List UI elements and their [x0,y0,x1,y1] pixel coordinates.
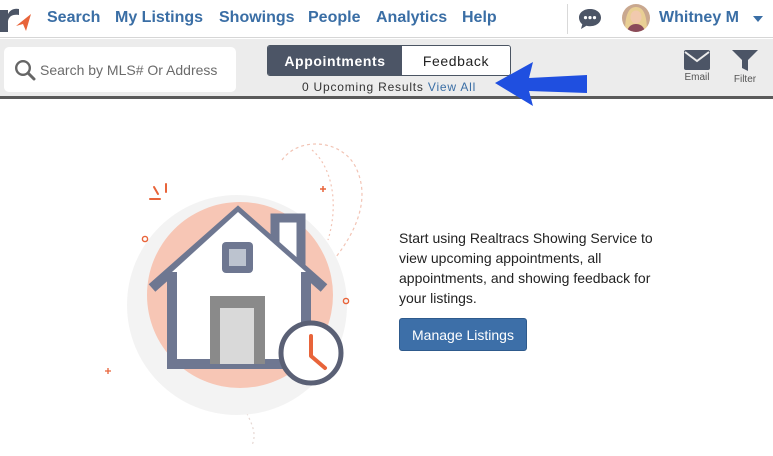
view-all-link[interactable]: View All [428,80,476,94]
nav-help[interactable]: Help [462,9,497,27]
house-illustration [105,143,363,445]
realtracs-logo[interactable] [0,4,34,34]
results-count-text: 0 Upcoming Results [301,80,424,94]
view-tabs: Appointments Feedback [267,45,511,76]
tab-appointments[interactable]: Appointments [268,46,402,75]
search-box[interactable] [4,47,236,92]
filter-label: Filter [733,74,757,85]
nav-people[interactable]: People [308,9,360,27]
user-name[interactable]: Whitney M [659,9,739,27]
empty-state-message: Start using Realtracs Showing Service to… [399,230,653,306]
chevron-down-icon[interactable] [753,16,763,22]
top-navigation: Search My Listings Showings People Analy… [0,0,773,38]
nav-analytics[interactable]: Analytics [376,9,447,27]
nav-my-listings[interactable]: My Listings [115,9,203,27]
nav-showings[interactable]: Showings [219,9,295,27]
annotation-arrow [495,62,587,106]
search-input[interactable] [40,47,232,92]
email-button[interactable]: Email [675,50,719,92]
filter-button[interactable]: Filter [723,50,767,92]
upcoming-results: 0 Upcoming Results View All [267,80,511,94]
chat-icon[interactable] [578,8,602,30]
search-icon [14,59,36,81]
envelope-icon [684,50,710,70]
showings-toolbar: Appointments Feedback 0 Upcoming Results… [0,39,773,99]
avatar[interactable] [622,4,650,32]
nav-divider [567,4,568,34]
clock-icon [278,320,344,386]
nav-search[interactable]: Search [47,9,100,27]
email-label: Email [684,72,710,83]
manage-listings-button[interactable]: Manage Listings [399,318,527,351]
funnel-icon [732,50,758,71]
